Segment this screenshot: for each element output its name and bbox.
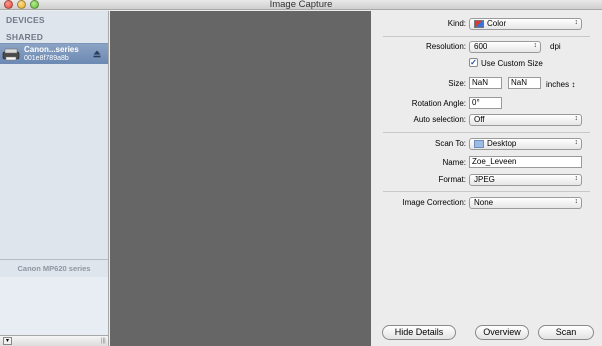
updown-arrows-icon: ↕ — [574, 198, 579, 205]
name-field[interactable]: Zoe_Leveen — [469, 156, 582, 168]
updown-arrows-icon: ↕ — [571, 80, 576, 89]
sidebar: DEVICES SHARED Canon...series 001e8f789a… — [0, 11, 109, 346]
resolution-unit: dpi — [550, 42, 561, 51]
resolution-value: 600 — [474, 42, 488, 51]
updown-arrows-icon: ↕ — [574, 139, 579, 146]
resize-grip-icon[interactable]: ||| — [101, 338, 106, 344]
overview-button[interactable]: Overview — [475, 325, 529, 340]
device-info-area — [0, 277, 108, 337]
rotation-field[interactable]: 0° — [469, 97, 502, 109]
kind-popup[interactable]: Color ↕ — [469, 18, 582, 30]
auto-selection-popup[interactable]: Off ↕ — [469, 114, 582, 126]
scan-preview-area[interactable] — [110, 11, 371, 346]
size-unit-value: inches — [546, 80, 570, 89]
updown-arrows-icon: ↕ — [533, 42, 538, 49]
rotation-label: Rotation Angle: — [411, 99, 466, 108]
auto-selection-label: Auto selection: — [413, 115, 466, 124]
device-id: 001e8f789a8b — [24, 55, 69, 62]
separator — [383, 191, 590, 192]
auto-selection-value: Off — [474, 115, 485, 124]
resolution-label: Resolution: — [425, 42, 466, 51]
title-bar: Image Capture — [0, 0, 602, 10]
size-width-field[interactable]: NaN — [469, 77, 502, 89]
image-correction-value: None — [474, 198, 494, 207]
updown-arrows-icon: ↕ — [574, 115, 579, 122]
format-popup[interactable]: JPEG ↕ — [469, 174, 582, 186]
name-label: Name: — [442, 158, 466, 167]
size-unit-popup[interactable]: inches ↕ — [546, 80, 575, 89]
format-label: Format: — [438, 175, 466, 184]
scan-button[interactable]: Scan — [538, 325, 594, 340]
separator — [383, 36, 590, 37]
shared-heading: SHARED — [6, 32, 44, 42]
folder-icon — [474, 139, 484, 148]
device-model-label: Canon MP620 series — [17, 264, 91, 273]
sidebar-divider — [0, 259, 108, 260]
window-title: Image Capture — [269, 0, 333, 10]
image-correction-popup[interactable]: None ↕ — [469, 197, 582, 209]
updown-arrows-icon: ↕ — [574, 175, 579, 182]
image-correction-label: Image Correction: — [402, 198, 466, 207]
kind-label: Kind: — [447, 19, 466, 28]
color-swatch-icon — [474, 19, 484, 28]
use-custom-size-label: Use Custom Size — [481, 59, 543, 68]
scan-to-value: Desktop — [487, 139, 517, 148]
sidebar-footer: ▾ ||| — [0, 335, 108, 346]
format-value: JPEG — [474, 175, 495, 184]
kind-value: Color — [487, 19, 507, 28]
use-custom-size-checkbox[interactable]: ✓ — [469, 58, 478, 67]
separator — [383, 132, 590, 133]
hide-details-button[interactable]: Hide Details — [382, 325, 456, 340]
printer-icon — [2, 48, 20, 61]
scan-details-panel: Kind: Color ↕ Resolution: 600 ↕ dpi ✓ Us… — [371, 11, 602, 346]
size-height-field[interactable]: NaN — [508, 77, 541, 89]
scan-to-label: Scan To: — [435, 139, 466, 148]
sidebar-item-canon-device[interactable]: Canon...series 001e8f789a8b — [0, 43, 108, 64]
devices-heading: DEVICES — [6, 15, 45, 25]
eject-icon[interactable] — [93, 50, 101, 58]
resolution-popup[interactable]: 600 ↕ — [469, 41, 541, 53]
updown-arrows-icon: ↕ — [574, 19, 579, 26]
size-label: Size: — [448, 79, 466, 88]
device-name: Canon...series — [24, 45, 79, 54]
sidebar-action-button[interactable]: ▾ — [3, 337, 12, 345]
scan-to-popup[interactable]: Desktop ↕ — [469, 138, 582, 150]
